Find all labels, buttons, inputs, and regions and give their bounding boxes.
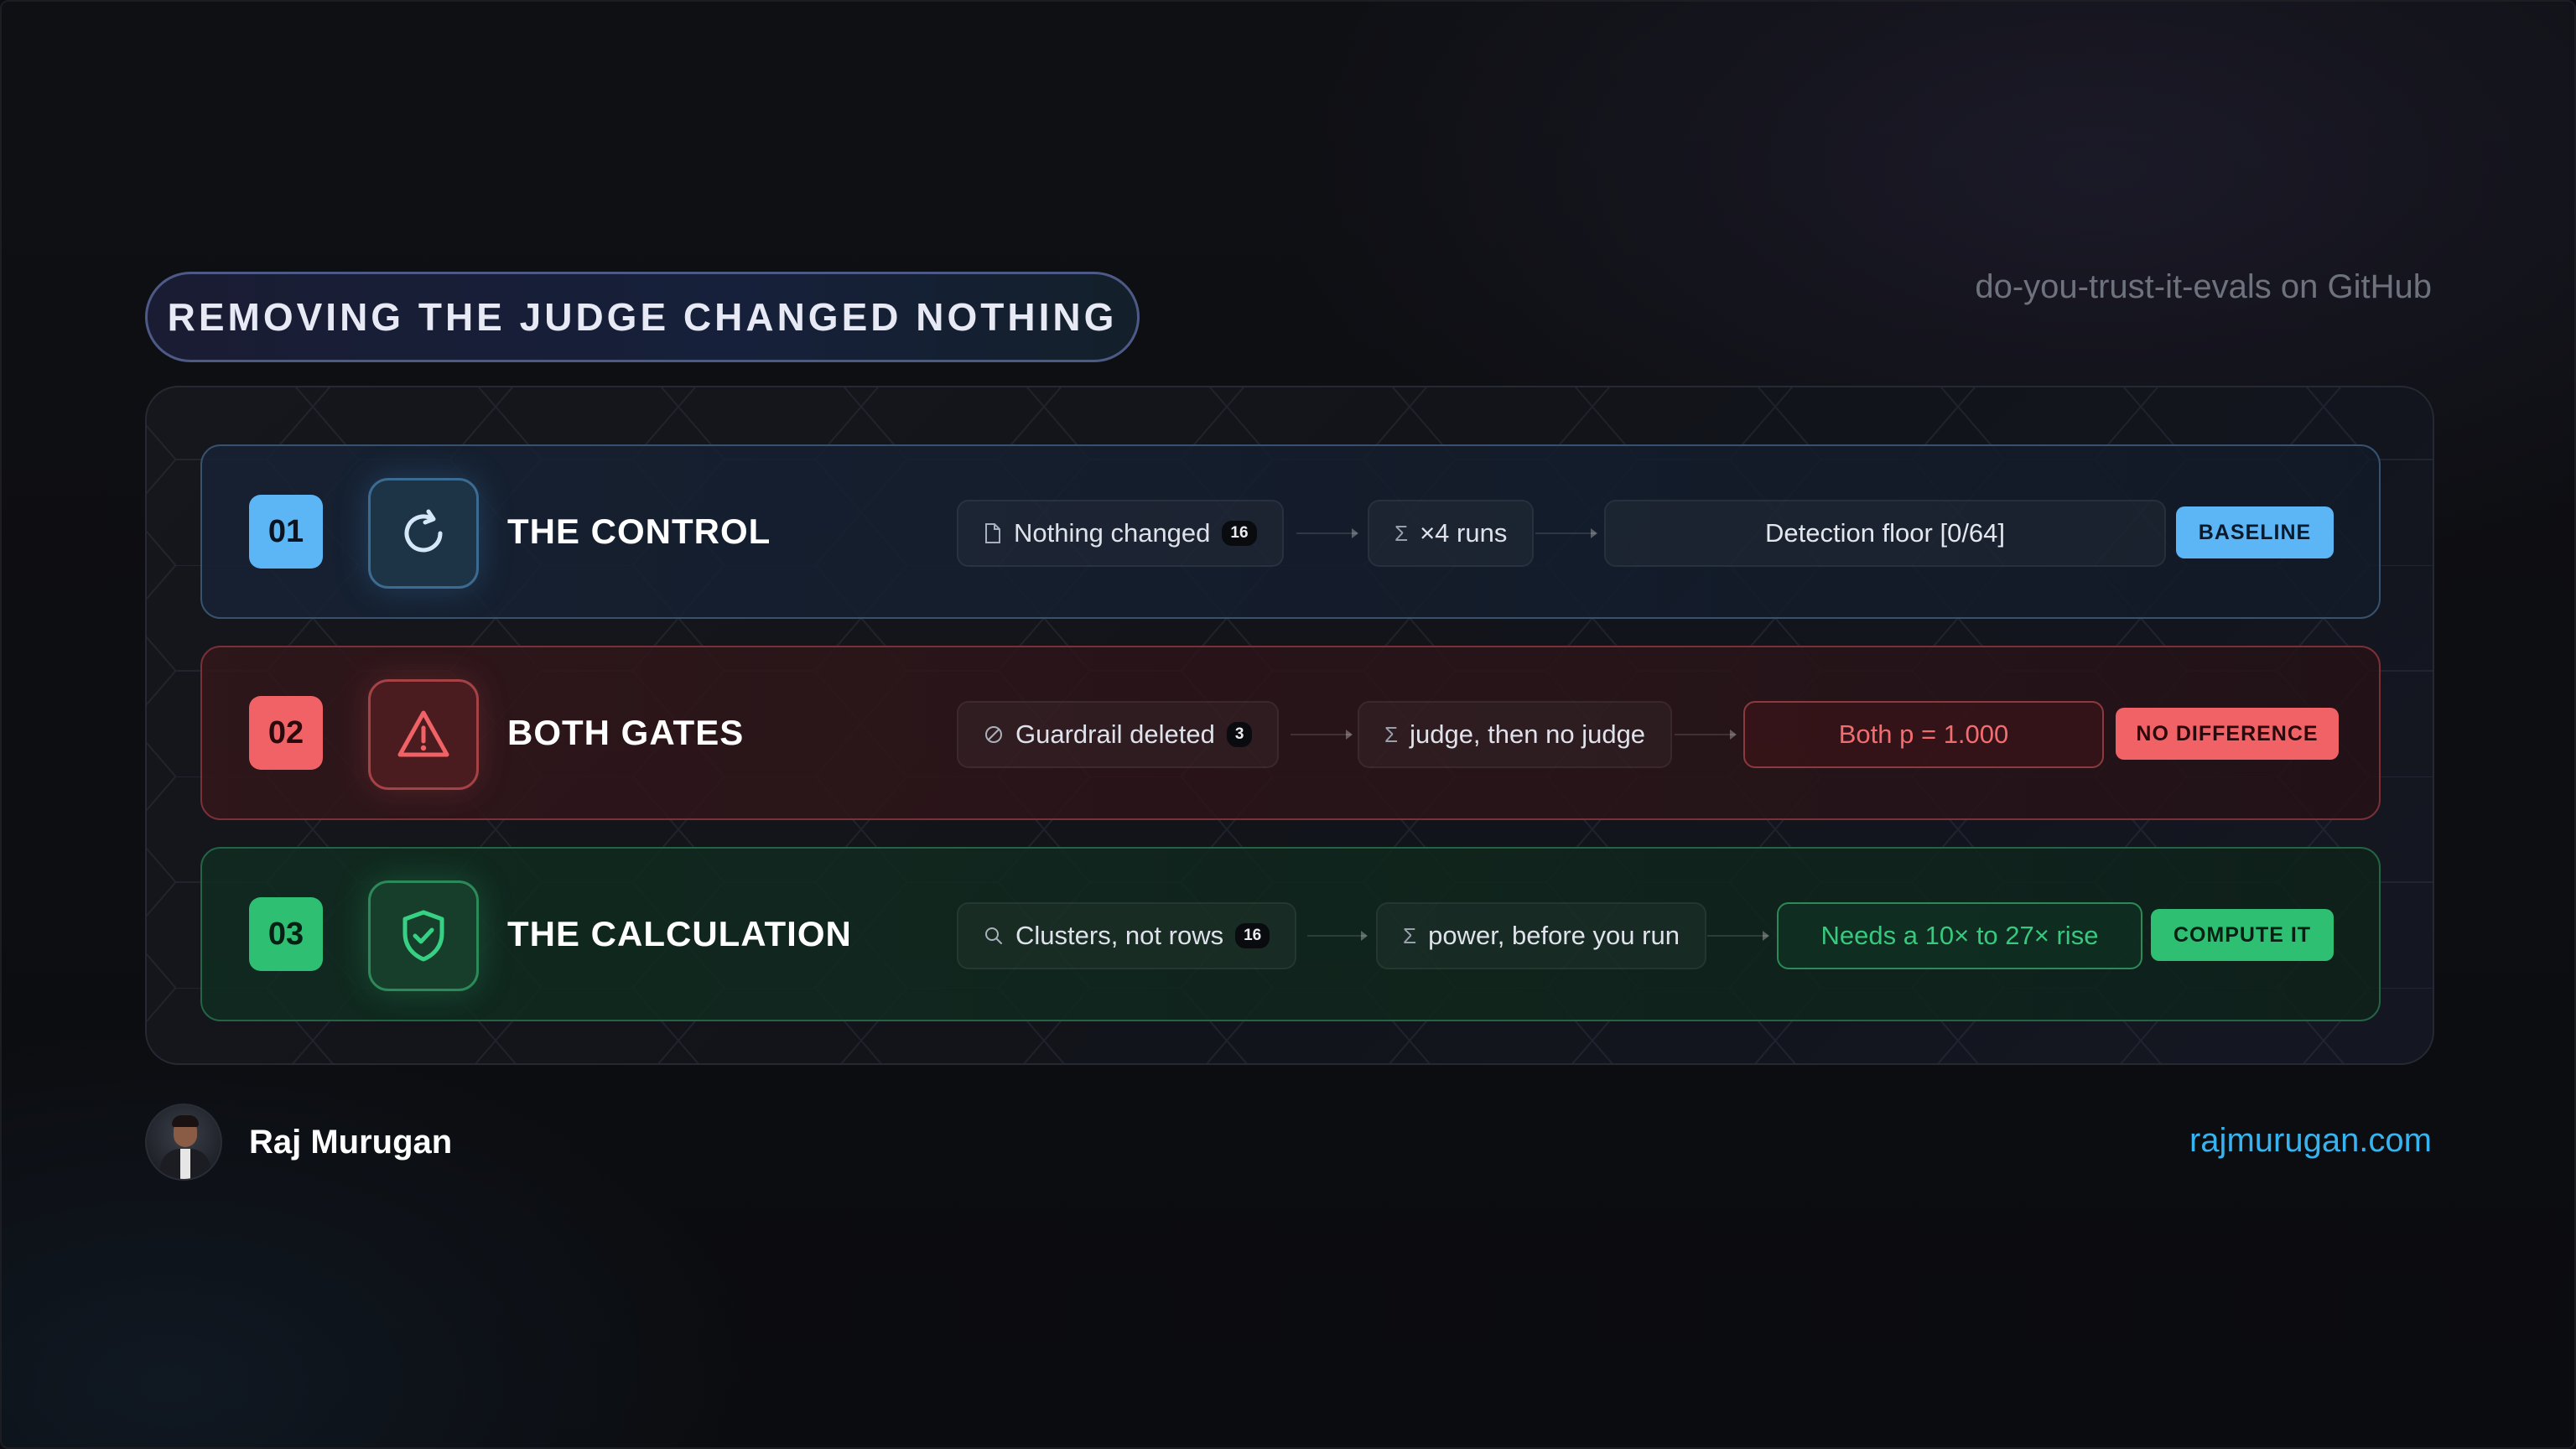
avatar	[145, 1104, 222, 1181]
author-block: Raj Murugan	[145, 1104, 452, 1181]
input-chip: Nothing changed 16	[957, 500, 1284, 567]
status-badge: NO DIFFERENCE	[2116, 708, 2339, 760]
input-chip: Guardrail deleted 3	[957, 701, 1280, 768]
input-chip: Clusters, not rows 16	[957, 902, 1297, 969]
step-row-gates: 02 BOTH GATES Guardrail deleted 3 Σ judg…	[200, 646, 2381, 820]
step-label: ×4 runs	[1420, 518, 1508, 548]
page-title: REMOVING THE JUDGE CHANGED NOTHING	[167, 295, 1118, 339]
step-row-calculation: 03 THE CALCULATION Clusters, not rows 16…	[200, 847, 2381, 1021]
arrow-connector	[1675, 730, 1737, 740]
warning-icon	[368, 679, 479, 790]
step-label: power, before you run	[1428, 921, 1680, 950]
author-name: Raj Murugan	[249, 1123, 453, 1161]
title-pill: REMOVING THE JUDGE CHANGED NOTHING	[145, 272, 1140, 362]
count-badge: 16	[1222, 521, 1257, 546]
steps-panel: 01 THE CONTROL Nothing changed 16 Σ ×4 r…	[145, 386, 2434, 1065]
arrow-connector	[1707, 931, 1769, 941]
step-chip: Σ ×4 runs	[1368, 500, 1535, 567]
arrow-connector	[1296, 528, 1358, 538]
step-title: THE CALCULATION	[507, 914, 852, 953]
arrow-connector	[1535, 528, 1597, 538]
sigma-icon: Σ	[1384, 721, 1399, 747]
count-badge: 16	[1235, 923, 1270, 948]
search-icon	[985, 927, 1002, 944]
status-badge: COMPUTE IT	[2151, 909, 2334, 961]
step-number: 01	[249, 495, 323, 569]
prohibited-icon	[985, 726, 1002, 743]
step-chip: Σ judge, then no judge	[1358, 701, 1673, 768]
result-box: Needs a 10× to 27× rise	[1777, 902, 2142, 969]
source-link[interactable]: do-you-trust-it-evals on GitHub	[1975, 268, 2432, 306]
page: REMOVING THE JUDGE CHANGED NOTHING do-yo…	[0, 0, 2576, 1449]
step-title: THE CONTROL	[507, 512, 771, 551]
status-badge: BASELINE	[2176, 506, 2334, 558]
step-chip: Σ power, before you run	[1376, 902, 1706, 969]
input-label: Nothing changed	[1014, 518, 1211, 548]
step-label: judge, then no judge	[1410, 719, 1646, 749]
sigma-icon: Σ	[1394, 520, 1409, 546]
arrow-connector	[1291, 730, 1353, 740]
sigma-icon: Σ	[1403, 922, 1417, 948]
arrow-connector	[1307, 931, 1368, 941]
result-box: Both p = 1.000	[1743, 701, 2104, 768]
input-label: Guardrail deleted	[1015, 719, 1215, 749]
website-link[interactable]: rajmurugan.com	[2189, 1122, 2432, 1160]
count-badge: 3	[1226, 722, 1253, 747]
step-row-control: 01 THE CONTROL Nothing changed 16 Σ ×4 r…	[200, 444, 2381, 619]
shield-check-icon	[368, 880, 479, 991]
step-number: 03	[249, 897, 323, 971]
result-box: Detection floor [0/64]	[1604, 500, 2166, 567]
step-number: 02	[249, 696, 323, 770]
step-title: BOTH GATES	[507, 713, 745, 752]
document-icon	[985, 523, 1000, 543]
refresh-icon	[368, 478, 479, 589]
input-label: Clusters, not rows	[1015, 921, 1224, 950]
